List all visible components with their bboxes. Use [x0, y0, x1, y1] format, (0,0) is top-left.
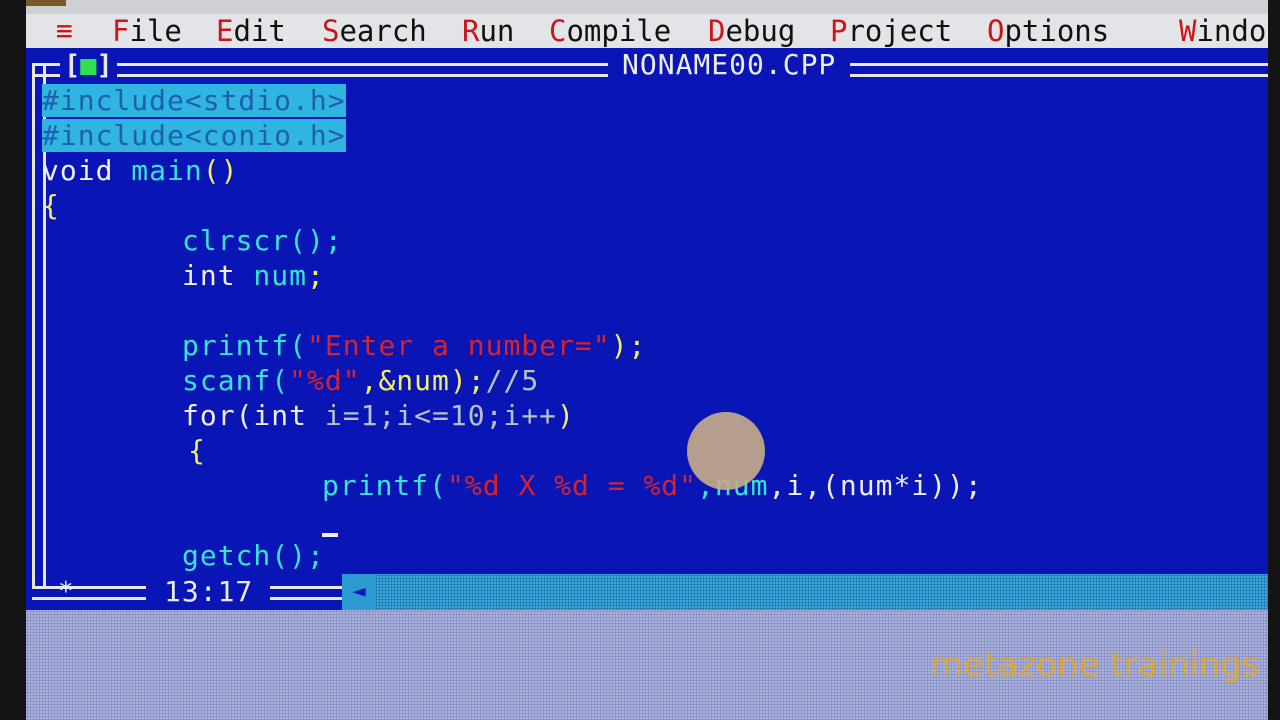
code-line: int num;	[182, 258, 325, 293]
code-string: "%d X %d = %d"	[447, 469, 698, 502]
modified-marker-icon: *	[58, 577, 74, 607]
code-line: {	[42, 188, 60, 223]
menu-debug[interactable]: Debug	[708, 14, 795, 48]
menu-project[interactable]: Project	[830, 14, 952, 48]
menu-search-label: earch	[339, 14, 427, 48]
menu-options-hotkey: O	[987, 14, 1005, 48]
code-line: {	[188, 433, 206, 468]
menu-window-label: indo	[1196, 14, 1267, 48]
menu-window[interactable]: Windo	[1179, 14, 1266, 48]
close-box-left: [	[64, 50, 81, 81]
code-token: ,&num);	[360, 364, 486, 397]
code-include-stdio: #include<stdio.h>	[42, 84, 346, 117]
menu-debug-label: ebug	[725, 14, 796, 48]
text-cursor	[322, 533, 338, 537]
top-strip	[26, 0, 1268, 14]
horizontal-scrollbar[interactable]	[342, 574, 1268, 610]
code-line: printf("Enter a number=");	[182, 328, 646, 363]
menu-options-label: ptions	[1004, 14, 1110, 48]
menu-compile[interactable]: Compile	[549, 14, 671, 48]
menu-options[interactable]: Options	[987, 14, 1109, 48]
code-line: scanf("%d",&num);//5	[182, 363, 539, 398]
code-token: i=1;i<=10;i++	[324, 399, 558, 432]
mouse-cursor-indicator	[687, 412, 765, 490]
code-token: clrscr();	[182, 224, 343, 257]
menu-edit-hotkey: E	[216, 14, 234, 48]
window-frame-bottom	[32, 586, 146, 600]
menu-search[interactable]: Search	[322, 14, 427, 48]
status-line: * 13:17 ◄	[26, 574, 1268, 610]
menu-compile-hotkey: C	[549, 14, 567, 48]
menu-window-hotkey: W	[1179, 14, 1197, 48]
menu-file[interactable]: File	[112, 14, 182, 48]
code-string: "%d"	[289, 364, 361, 397]
code-line: clrscr();	[182, 223, 343, 258]
code-token: );	[610, 329, 647, 362]
code-line: printf("%d X %d = %d",num,i,(num*i));	[322, 468, 983, 503]
code-token: {	[188, 434, 206, 467]
window-title: NONAME00.CPP	[608, 49, 851, 81]
menu-file-hotkey: F	[112, 14, 130, 48]
code-line: #include<stdio.h>	[42, 83, 346, 118]
code-string: "Enter a number="	[307, 329, 611, 362]
code-token: ,i,(num*i));	[768, 469, 983, 502]
scroll-left-arrow-icon[interactable]: ◄	[342, 574, 376, 610]
code-token: num	[235, 259, 308, 292]
code-token: main	[113, 154, 203, 187]
menu-project-label: roject	[847, 14, 953, 48]
menu-debug-hotkey: D	[708, 14, 726, 48]
close-box-icon: ■	[80, 50, 97, 81]
code-token: getch();	[182, 539, 325, 572]
menu-project-hotkey: P	[830, 14, 848, 48]
code-token: int	[182, 259, 236, 292]
code-token: ;	[307, 259, 325, 292]
window-frame-bottom	[270, 586, 342, 600]
menu-bar: ≡ File Edit Search Run Compile Debug Pro…	[26, 14, 1268, 48]
menu-edit[interactable]: Edit	[216, 14, 286, 48]
menu-run-hotkey: R	[462, 14, 480, 48]
code-token: printf(	[322, 469, 448, 502]
code-token: void	[42, 154, 114, 187]
code-token: printf(	[182, 329, 308, 362]
close-box-right: ]	[96, 50, 113, 81]
menu-run-label: un	[479, 14, 515, 48]
code-line: #include<conio.h>	[42, 118, 346, 153]
cursor-position: 13:17	[164, 575, 254, 608]
menu-run[interactable]: Run	[462, 14, 514, 48]
video-letterbox-left	[0, 0, 26, 720]
code-include-conio: #include<conio.h>	[42, 119, 346, 152]
close-box-button[interactable]: [■]	[60, 51, 117, 81]
code-line: void main()	[42, 153, 238, 188]
code-token: )	[557, 399, 575, 432]
editor-window: [■] NONAME00.CPP #include<stdio.h> #incl…	[26, 48, 1268, 610]
video-letterbox-right	[1268, 0, 1280, 720]
code-line: for(int i=1;i<=10;i++)	[182, 398, 575, 433]
code-comment: //5	[485, 364, 540, 397]
code-token: {	[42, 189, 60, 222]
menu-search-hotkey: S	[322, 14, 340, 48]
menu-edit-label: dit	[233, 14, 286, 48]
watermark: metazone trainings	[930, 645, 1260, 685]
code-token: ()	[202, 154, 239, 187]
menu-compile-label: ompile	[566, 14, 672, 48]
code-token: scanf(	[182, 364, 290, 397]
code-line: getch();	[182, 538, 325, 573]
menu-file-label: ile	[129, 14, 182, 48]
code-token: for(int	[182, 399, 325, 432]
top-strip-chip	[26, 0, 66, 6]
system-menu-icon[interactable]: ≡	[56, 14, 73, 48]
